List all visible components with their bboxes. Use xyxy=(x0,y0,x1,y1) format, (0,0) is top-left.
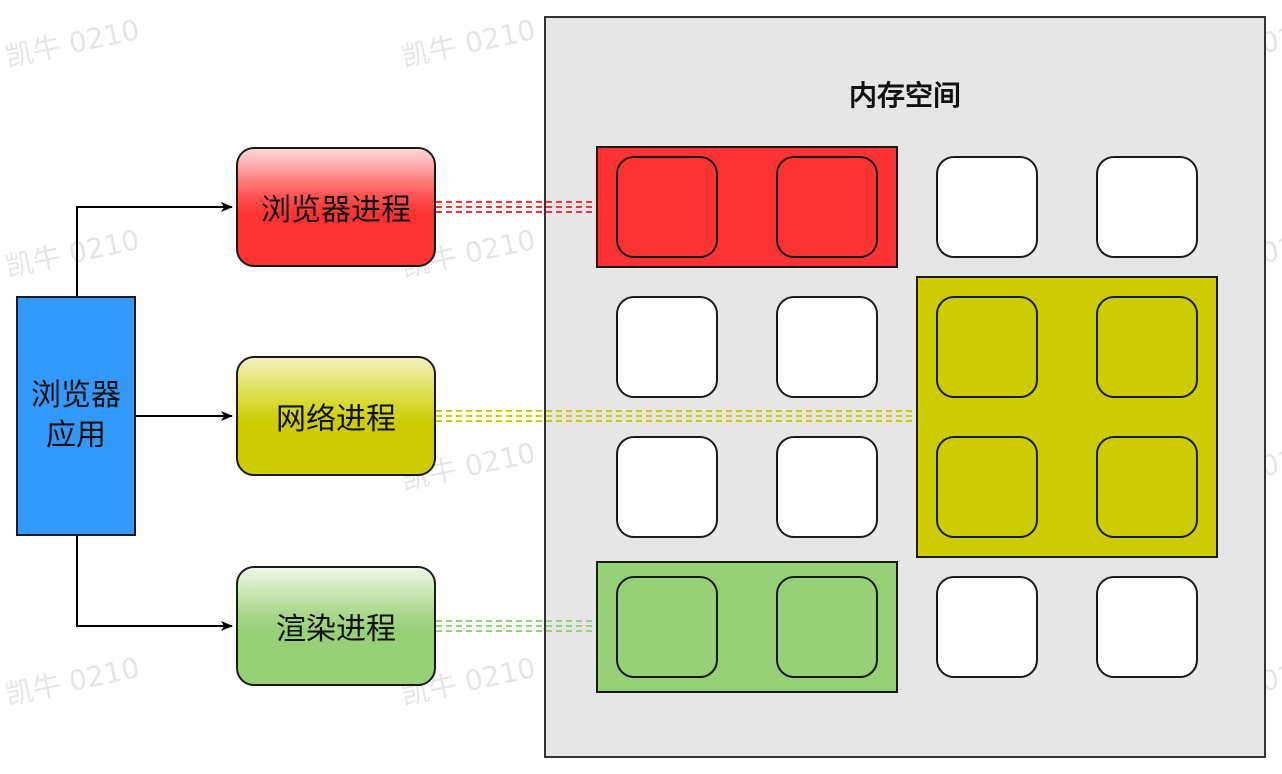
browser-app-box: 浏览器 应用 xyxy=(16,296,136,536)
browser-process-link xyxy=(436,201,596,213)
browser-process-label: 浏览器进程 xyxy=(261,193,411,228)
render-process-label: 渲染进程 xyxy=(276,612,396,647)
network-process-box: 网络进程 xyxy=(236,356,436,476)
browser-app-label-line2: 应用 xyxy=(46,418,106,453)
connectors xyxy=(76,201,916,632)
render-process-link xyxy=(436,620,596,632)
arrow-to-render-process xyxy=(76,536,233,631)
browser-app-label-line1: 浏览器 xyxy=(31,378,121,413)
network-process-link xyxy=(436,410,916,422)
network-process-label: 网络进程 xyxy=(276,402,396,437)
render-process-box: 渲染进程 xyxy=(236,566,436,686)
arrow-to-browser-process xyxy=(76,202,233,296)
browser-process-box: 浏览器进程 xyxy=(236,147,436,267)
